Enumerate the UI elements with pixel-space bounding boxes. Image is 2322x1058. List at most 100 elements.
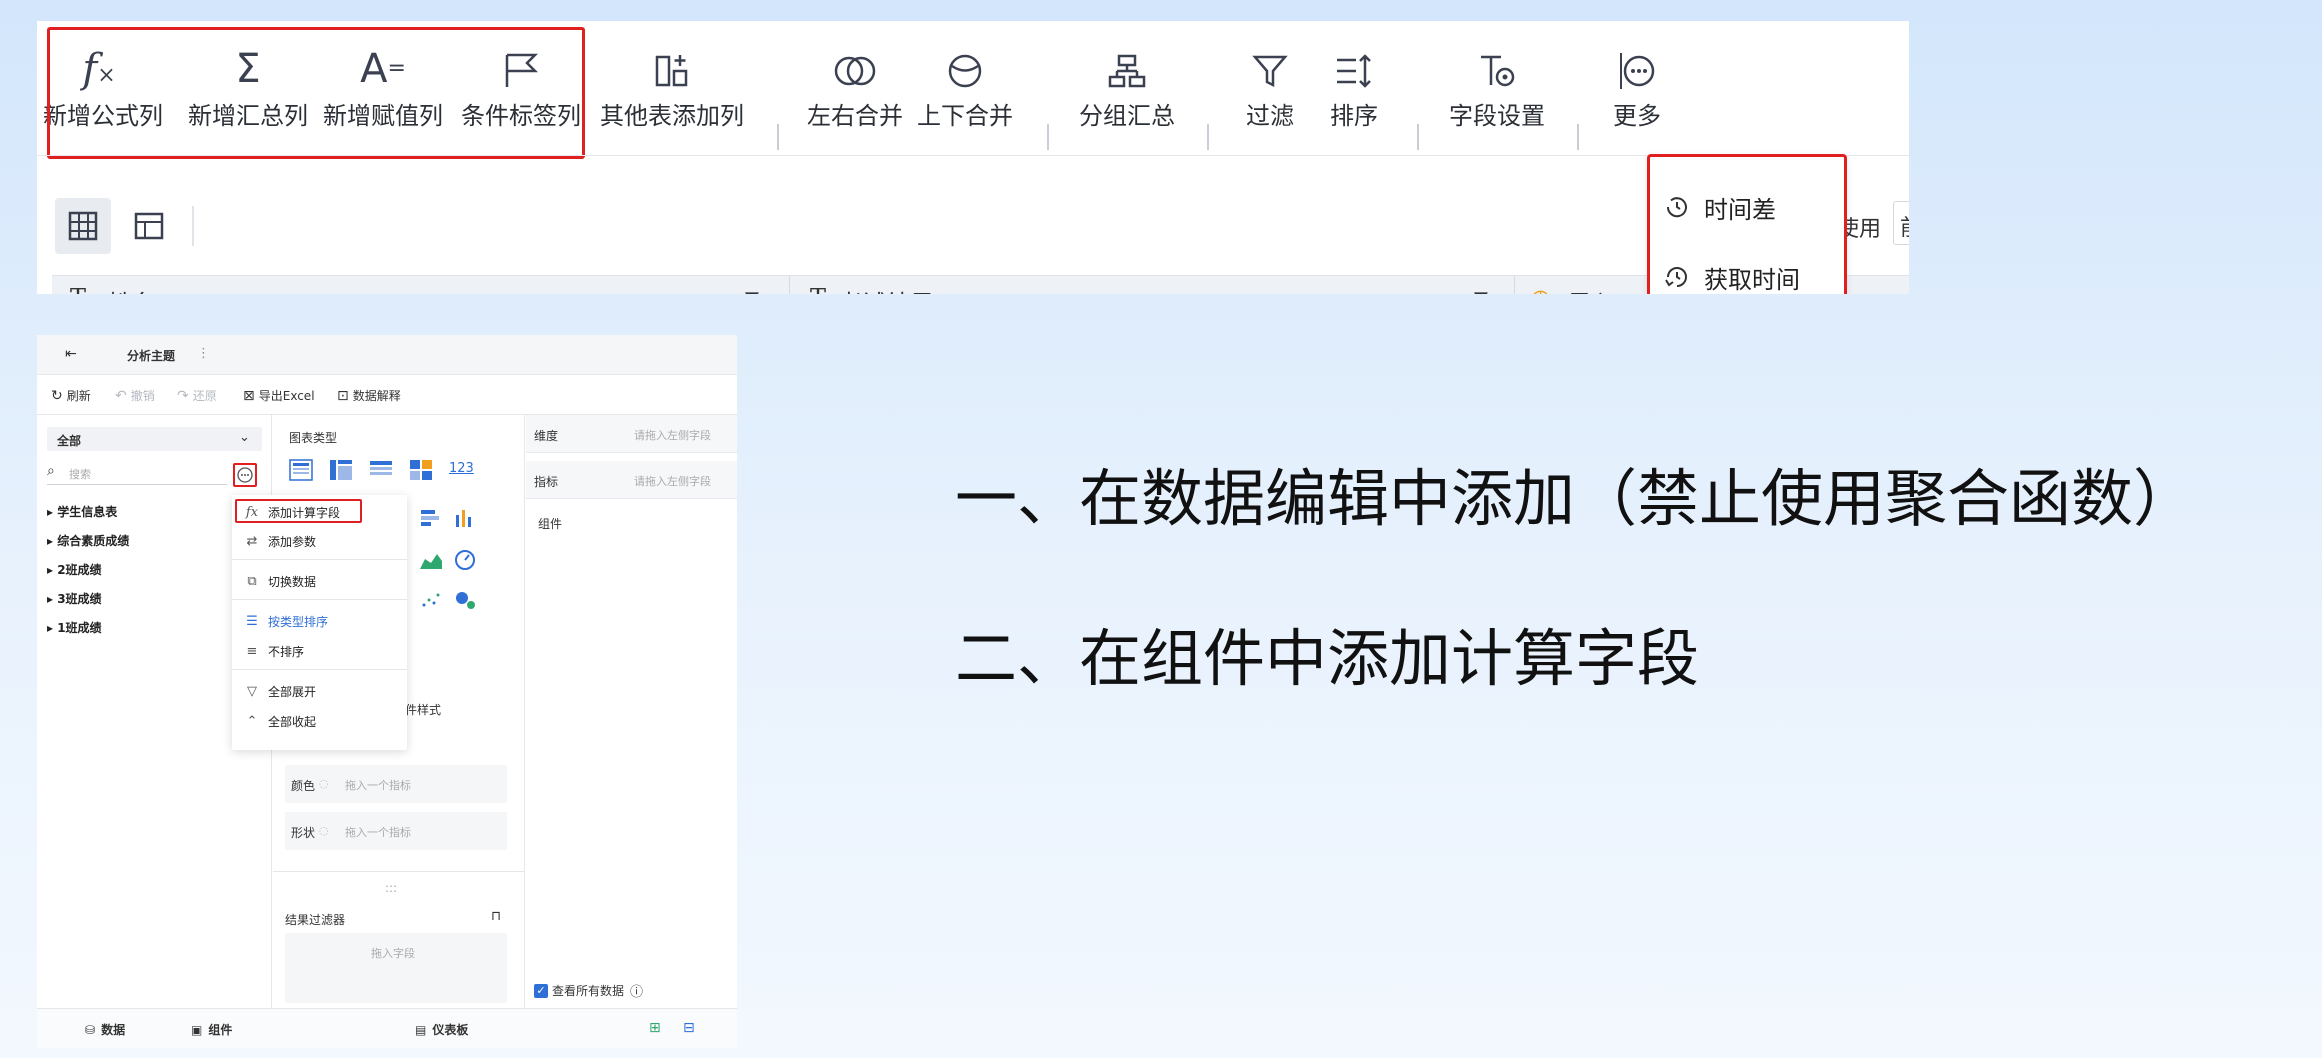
- editor-bottom-tabs: ⛁ 数据 ▣ 组件 ▤ 仪表板 ⊞ ⊟: [37, 1008, 737, 1048]
- toolbar-divider: [1047, 124, 1049, 150]
- undo-button[interactable]: ↶ 撤销: [115, 387, 155, 404]
- menu-item-time-diff[interactable]: 时间差: [1664, 187, 1776, 227]
- tree-item-student-info[interactable]: ▸ 学生信息表: [47, 503, 117, 520]
- block-chart-icon[interactable]: [409, 459, 433, 481]
- field-settings-icon: [1447, 39, 1547, 99]
- data-edit-toolbar: 𝑓× 新增公式列 Σ 新增汇总列 A= 新增赋值列 条件标签列 其他表添加列 左…: [37, 21, 1909, 171]
- data-explain-button[interactable]: ⊡ 数据解释: [337, 387, 401, 404]
- menu-item-expand-all[interactable]: ▽ 全部展开: [244, 683, 316, 700]
- view-all-data-checkbox[interactable]: ✓ 查看所有数据 ⓘ: [534, 981, 643, 1000]
- search-input[interactable]: ⌕ 搜索: [47, 461, 227, 485]
- dimension-row[interactable]: 维度 请拖入左侧字段: [526, 415, 737, 453]
- scope-select[interactable]: 全部 ⌄: [47, 427, 262, 451]
- layout-icon: [134, 212, 164, 240]
- toolbar-add-column-from-other-table[interactable]: 其他表添加列: [597, 39, 747, 133]
- detail-table-chart-icon[interactable]: [369, 459, 393, 481]
- tree-item-quality-score[interactable]: ▸ 综合素质成绩: [47, 532, 129, 549]
- menu-item-collapse-all[interactable]: ⌃ 全部收起: [244, 713, 316, 730]
- grid-icon: [68, 211, 98, 241]
- field-context-menu: fx 添加计算字段 ⇄ 添加参数 ⧉ 切换数据 ☰ 按类型排序 ≡ 不排序 ▽ 全部展开 ⌃…: [232, 495, 407, 750]
- table-header-row: T 姓名 ▼ T 考试结果 ▼ ◷ 录入: [52, 275, 1909, 294]
- add-dashboard-icon[interactable]: ⊟: [683, 1020, 695, 1036]
- scatter-chart-icon[interactable]: [419, 589, 443, 611]
- component-icon: ▣: [191, 1022, 203, 1037]
- column-divider: [1514, 276, 1515, 294]
- stacked-bar-icon[interactable]: [419, 507, 443, 529]
- headline-method-two: 二、在组件中添加计算字段: [955, 622, 1700, 695]
- more-icon: [1607, 39, 1667, 99]
- tab-dashboard[interactable]: ▤ 仪表板: [415, 1021, 468, 1038]
- add-component-icon[interactable]: ⊞: [649, 1020, 661, 1036]
- tab-data[interactable]: ⛁ 数据: [85, 1021, 125, 1038]
- menu-item-get-time[interactable]: 获取时间: [1664, 257, 1800, 294]
- shape-field-slot[interactable]: 形状 ◌ 拖入一个指标: [285, 812, 507, 850]
- back-icon[interactable]: ⇤: [65, 346, 77, 362]
- drag-handle-icon[interactable]: :::: [385, 881, 397, 895]
- gauge-chart-icon[interactable]: [453, 549, 477, 571]
- highlight-box-calc-field: [235, 499, 362, 523]
- refresh-icon: ↻: [51, 387, 63, 404]
- editor-title-bar: ⇤ 分析主题 ⋮: [37, 335, 737, 375]
- column-header-name[interactable]: 姓名: [108, 284, 156, 294]
- toolbar-divider: [1417, 124, 1419, 150]
- export-icon: ⊠: [243, 387, 255, 404]
- info-icon[interactable]: ⓘ: [630, 981, 643, 1000]
- toolbar-merge-vertical[interactable]: 上下合并: [915, 39, 1015, 133]
- grid-view-button[interactable]: [55, 198, 111, 254]
- card-view-button[interactable]: [121, 198, 177, 254]
- chevron-down-icon: ⌄: [239, 430, 250, 445]
- field-more-button[interactable]: [233, 463, 257, 487]
- text-type-icon: T: [810, 284, 826, 294]
- tree-item-class1[interactable]: ▸ 1班成绩: [47, 619, 102, 636]
- toolbar-sort[interactable]: 排序: [1319, 39, 1389, 133]
- menu-item-switch-data[interactable]: ⧉ 切换数据: [244, 573, 316, 590]
- checkbox-checked-icon: ✓: [534, 983, 548, 998]
- area-chart-icon[interactable]: [419, 549, 443, 571]
- filter-settings-icon[interactable]: ⊓: [491, 909, 501, 924]
- toolbar-group-summary[interactable]: 分组汇总: [1077, 39, 1177, 133]
- column-header-exam-result[interactable]: 考试结果: [838, 284, 934, 294]
- caret-down-icon[interactable]: ▼: [745, 288, 759, 294]
- metric-row[interactable]: 指标 请拖入左侧字段: [526, 461, 737, 499]
- redo-button[interactable]: ↷ 还原: [177, 387, 217, 404]
- tree-item-class2[interactable]: ▸ 2班成绩: [47, 561, 102, 578]
- toolbar-divider: [777, 124, 779, 150]
- tree-item-class3[interactable]: ▸ 3班成绩: [47, 590, 102, 607]
- color-field-slot[interactable]: 颜色 ◌ 拖入一个指标: [285, 765, 507, 803]
- number-chart-icon[interactable]: 123: [449, 461, 474, 476]
- tab-component[interactable]: ▣ 组件: [191, 1021, 232, 1038]
- toolbar-merge-horizontal[interactable]: 左右合并: [805, 39, 905, 133]
- export-excel-button[interactable]: ⊠ 导出Excel: [243, 387, 315, 404]
- column-chart-icon[interactable]: [453, 507, 477, 529]
- toolbar-field-settings[interactable]: 字段设置: [1447, 39, 1547, 133]
- collapse-icon: ⌃: [246, 714, 258, 729]
- use-select[interactable]: 前: [1893, 201, 1909, 245]
- result-filter-dropzone[interactable]: 拖入字段: [285, 933, 507, 1003]
- toolbar-more[interactable]: 更多: [1607, 39, 1667, 133]
- analysis-editor-screenshot: ⇤ 分析主题 ⋮ ↻ 刷新 ↶ 撤销 ↷ 还原 ⊠ 导出Excel ⊡ 数据解释 全部 ⌄…: [37, 335, 737, 1048]
- bubble-chart-icon[interactable]: [453, 589, 477, 611]
- cross-table-chart-icon[interactable]: [329, 459, 353, 481]
- caret-down-icon[interactable]: ▼: [1474, 288, 1488, 294]
- clock-icon: [1666, 197, 1687, 218]
- table-chart-icon[interactable]: [289, 459, 313, 481]
- sort-icon: ≡: [246, 644, 258, 659]
- expand-icon: ▽: [247, 684, 257, 699]
- menu-item-sort-by-type[interactable]: ☰ 按类型排序: [244, 613, 328, 630]
- column-header-entry[interactable]: 录入: [1568, 284, 1616, 294]
- toolbar-filter[interactable]: 过滤: [1235, 39, 1305, 133]
- merge-horizontal-icon: [805, 39, 905, 99]
- database-icon: ⛁: [85, 1022, 96, 1037]
- clock-refresh-icon: [1665, 267, 1687, 287]
- refresh-button[interactable]: ↻ 刷新: [51, 387, 91, 404]
- menu-item-add-param[interactable]: ⇄ 添加参数: [244, 533, 316, 550]
- kebab-icon[interactable]: ⋮: [197, 346, 210, 361]
- redo-icon: ↷: [177, 387, 189, 404]
- result-filter-label: 结果过滤器: [285, 913, 346, 927]
- sort-type-icon: ☰: [246, 614, 258, 629]
- chart-type-label: 图表类型: [289, 431, 338, 445]
- highlight-box-toolbar: [47, 27, 585, 159]
- merge-vertical-icon: [915, 39, 1015, 99]
- menu-item-no-sort[interactable]: ≡ 不排序: [244, 643, 304, 660]
- sliders-icon: ⇄: [246, 534, 258, 549]
